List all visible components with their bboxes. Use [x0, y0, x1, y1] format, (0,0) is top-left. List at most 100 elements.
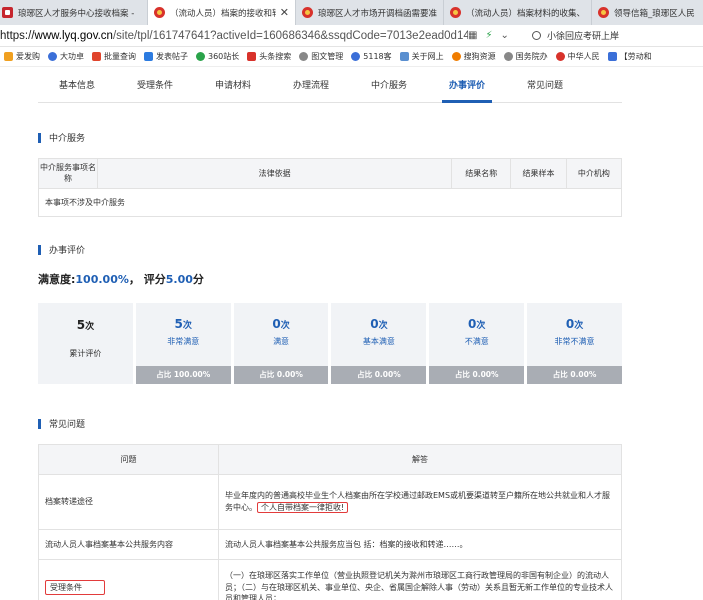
faq-question: 流动人员人事档案基本公共服务内容: [38, 529, 219, 560]
tab-materials[interactable]: 申请材料: [194, 69, 272, 102]
bookmark-item[interactable]: 【劳动和: [607, 51, 652, 62]
bookmark-label: 发表帖子: [156, 52, 188, 61]
tab-intermediary[interactable]: 中介服务: [350, 69, 428, 102]
rating-card-very-satisfied: 5次 非常满意 占比 100.00%: [135, 303, 231, 384]
rating-card-very-dissatisfied: 0次 非常不满意 占比 0.00%: [527, 303, 622, 384]
bookmark-item[interactable]: 发表帖子: [144, 51, 188, 62]
rating-cards: 5次 累计评价 5次 非常满意 占比 100.00% 0次 满意 占比 0.00…: [38, 303, 622, 384]
intermediary-heading-text: 中介服务: [49, 134, 86, 144]
bookmark-item[interactable]: 搜狗资源: [451, 51, 496, 62]
bookmark-item[interactable]: 图文管理: [299, 51, 343, 62]
faq-answer: （一）在琅琊区落实工作单位（营业执照登记机关为滁州市琅琊区工商行政管理局的非国有…: [218, 559, 622, 600]
table-header-row: 中介服务事项名称 法律依据 结果名称 结果样本 中介机构: [37, 158, 623, 189]
bookmark-favicon-icon: [607, 52, 617, 61]
url-field[interactable]: https://www.lyq.gov.cn/site/tpl/16174764…: [0, 30, 468, 42]
rating-count: 0次: [527, 317, 622, 331]
rating-card-basically-satisfied: 0次 基本满意 占比 0.00%: [331, 303, 427, 384]
bookmark-item[interactable]: 批量查询: [92, 51, 136, 62]
tab-conditions[interactable]: 受理条件: [116, 69, 194, 102]
count-value: 0: [272, 317, 281, 331]
close-tab-icon[interactable]: ✕: [280, 6, 289, 19]
browser-tab-title: （流动人员）档案的接收和转进: [170, 8, 276, 19]
rating-count: 0次: [234, 317, 329, 331]
bookmark-item[interactable]: 头条搜索: [247, 51, 291, 62]
bookmark-item[interactable]: 爱发购: [4, 51, 40, 62]
faq-table: 问题 解答 档案转递途径 毕业年度内的普通高校毕业生个人档案由所在学校通过邮政E…: [38, 444, 622, 600]
rating-label: 基本满意: [362, 337, 395, 346]
bookmark-label: 360站长: [208, 52, 240, 61]
browser-tab-2[interactable]: （流动人员）档案的接收和转进 ✕: [148, 0, 296, 25]
bookmark-favicon-icon: [144, 52, 153, 61]
bookmark-favicon-icon: [351, 52, 361, 61]
table-row: 档案转递途径 毕业年度内的普通高校毕业生个人档案由所在学校通过邮政EMS或机要渠…: [38, 474, 622, 530]
satisfaction-summary: 满意度:100.00%， 评分5.00分: [38, 271, 204, 287]
tab-evaluation[interactable]: 办事评价: [428, 69, 506, 103]
heading-marker: [38, 132, 41, 143]
score-unit: 分: [192, 273, 204, 286]
bookmark-label: 5118客: [363, 52, 392, 61]
bookmark-item[interactable]: 关于网上: [399, 51, 444, 62]
count-unit: 次: [85, 322, 95, 332]
highlight-box: 受理条件: [45, 579, 105, 596]
lightning-icon[interactable]: ⚡: [485, 30, 492, 41]
column-header: 中介机构: [565, 158, 623, 189]
column-header: 问题: [38, 444, 219, 475]
emblem-favicon-icon: [450, 7, 461, 18]
grid-icon[interactable]: ▦: [468, 30, 477, 41]
bookmarks-bar: 爱发购 大功卓 批量查询 发表帖子 360站长 头条搜索 图文管理 5118客 …: [0, 47, 703, 67]
heading-marker: [38, 418, 41, 429]
rating-label: 非常不满意: [554, 337, 595, 346]
section-tabs: 基本信息 受理条件 申请材料 办理流程 中介服务 办事评价 常见问题: [38, 69, 622, 103]
table-header-row: 问题 解答: [38, 444, 622, 475]
tab-basic-info[interactable]: 基本信息: [38, 69, 116, 102]
browser-tab-1[interactable]: 琅琊区人才服务中心接收档案 -: [0, 0, 148, 25]
bookmark-item[interactable]: 大功卓: [48, 51, 84, 62]
bookmark-item[interactable]: 5118客: [351, 51, 392, 62]
faq-question: 受理条件: [38, 559, 219, 600]
count-value: 0: [565, 317, 575, 331]
rating-card-total: 5次 累计评价: [38, 303, 133, 384]
bookmark-item[interactable]: 360站长: [196, 51, 239, 62]
browser-search-box[interactable]: 小徐回应考研上岸: [532, 29, 619, 42]
bookmark-label: 国务院办: [515, 52, 548, 61]
bookmark-favicon-icon: [399, 52, 409, 61]
rating-percentage: 占比 0.00%: [429, 366, 525, 384]
browser-tab-4[interactable]: （流动人员）档案材料的收集、: [444, 0, 592, 25]
count-unit: 次: [378, 321, 388, 331]
table-row: 受理条件 （一）在琅琊区落实工作单位（营业执照登记机关为滁州市琅琊区工商行政管理…: [38, 559, 622, 600]
rating-label: 非常满意: [167, 337, 200, 346]
rating-percentage: 占比 100.00%: [135, 366, 231, 384]
tab-faq[interactable]: 常见问题: [506, 69, 584, 102]
count-value: 0: [370, 317, 379, 331]
intermediary-table: 中介服务事项名称 法律依据 结果名称 结果样本 中介机构 本事项不涉及中介服务: [37, 158, 623, 217]
rating-percentage: 占比 0.00%: [331, 366, 427, 384]
bookmark-favicon-icon: [247, 52, 257, 61]
rating-card-satisfied: 0次 满意 占比 0.00%: [233, 303, 329, 384]
score-label: 评分: [143, 273, 166, 286]
emblem-favicon-icon: [598, 7, 609, 18]
browser-tab-bar: 琅琊区人才服务中心接收档案 - （流动人员）档案的接收和转进 ✕ 琅琊区人才市场…: [0, 0, 703, 25]
star-icon: [4, 52, 13, 61]
bookmark-favicon-icon: [92, 52, 101, 61]
bookmark-item[interactable]: 中华人民: [555, 51, 600, 62]
count-value: 5: [76, 318, 86, 332]
browser-tab-title: 领导信箱_琅琊区人民: [614, 8, 695, 19]
emblem-icon: [555, 52, 565, 61]
browser-tab-5[interactable]: 领导信箱_琅琊区人民: [592, 0, 703, 25]
browser-tab-3[interactable]: 琅琊区人才市场开调档函需要准: [296, 0, 444, 25]
faq-heading-text: 常见问题: [49, 420, 86, 430]
highlight-box: 个人自带档案一律拒收!: [257, 502, 349, 513]
site-favicon-icon: [2, 7, 13, 18]
emblem-favicon-icon: [154, 7, 165, 18]
bookmark-favicon-icon: [451, 52, 461, 61]
satisfaction-value: 100.00%: [75, 273, 129, 286]
intermediary-heading: 中介服务: [38, 131, 85, 144]
rating-count: 0次: [331, 317, 426, 331]
address-bar: https://www.lyq.gov.cn/site/tpl/16174764…: [0, 25, 703, 47]
rating-percentage: 占比 0.00%: [233, 366, 329, 384]
bookmark-item[interactable]: 国务院办: [503, 51, 548, 62]
tab-process[interactable]: 办理流程: [272, 69, 350, 102]
url-scheme: https://: [0, 29, 35, 42]
heading-marker: [38, 244, 41, 255]
chevron-down-icon[interactable]: ⌄: [500, 30, 508, 41]
